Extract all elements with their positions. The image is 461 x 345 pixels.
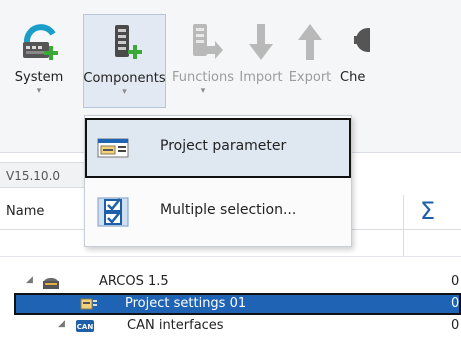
components-button[interactable]: Components ▾ [83,14,166,108]
name-column-header[interactable]: Name [6,204,44,219]
project-settings-icon [80,296,98,312]
tree-item-label: ARCOS 1.5 [99,274,169,289]
import-label: Import [239,70,283,85]
tree-item-label: Project settings 01 [125,296,247,311]
tree-row-arcos[interactable]: ◢ ARCOS 1.5 0 [0,271,461,293]
column-divider [403,230,404,256]
multiple-selection-icon [96,197,130,227]
components-icon [103,21,147,65]
check-icon [340,20,380,64]
menu-item-label: Multiple selection... [160,202,297,218]
svg-text:CAN: CAN [77,323,94,331]
import-button[interactable]: Import [236,14,286,108]
export-label: Export [288,70,332,85]
menu-item-project-parameter[interactable]: Project parameter [85,118,351,178]
tree-item-value: 0 [451,296,460,311]
column-divider [403,195,404,229]
menu-item-multiple-selection[interactable]: Multiple selection... [85,182,351,242]
import-icon [239,20,283,64]
export-button[interactable]: Export [285,14,335,108]
menu-item-label: Project parameter [160,138,287,154]
system-icon [17,20,61,64]
sum-column-header[interactable]: Σ [420,197,435,225]
tree-item-label: CAN interfaces [127,318,224,333]
expand-toggle-icon[interactable]: ◢ [58,319,65,329]
functions-label: Functions [171,70,235,85]
tree-row-project-settings[interactable]: Project settings 01 0 [14,293,461,315]
functions-icon [181,20,225,64]
project-parameter-icon [96,133,130,163]
export-icon [288,20,332,64]
tree-item-value: 0 [451,318,460,333]
expand-toggle-icon[interactable]: ◢ [26,275,33,285]
system-button[interactable]: System ▾ [6,14,72,108]
check-label: Che [340,70,366,85]
can-icon: CAN [75,318,95,334]
check-button[interactable]: Che [336,14,380,108]
chevron-down-icon: ▾ [122,87,127,97]
functions-button[interactable]: Functions ▾ [170,14,236,108]
chevron-down-icon: ▾ [200,86,206,96]
chevron-down-icon: ▾ [36,86,42,96]
ecu-icon [42,274,60,290]
system-label: System [14,70,64,85]
components-dropdown-menu: Project parameter Multiple selection... [84,115,352,247]
tree-item-value: 0 [451,274,460,289]
components-label: Components [83,71,166,86]
tree-row-can-interfaces[interactable]: ◢ CAN CAN interfaces 0 [0,315,461,337]
